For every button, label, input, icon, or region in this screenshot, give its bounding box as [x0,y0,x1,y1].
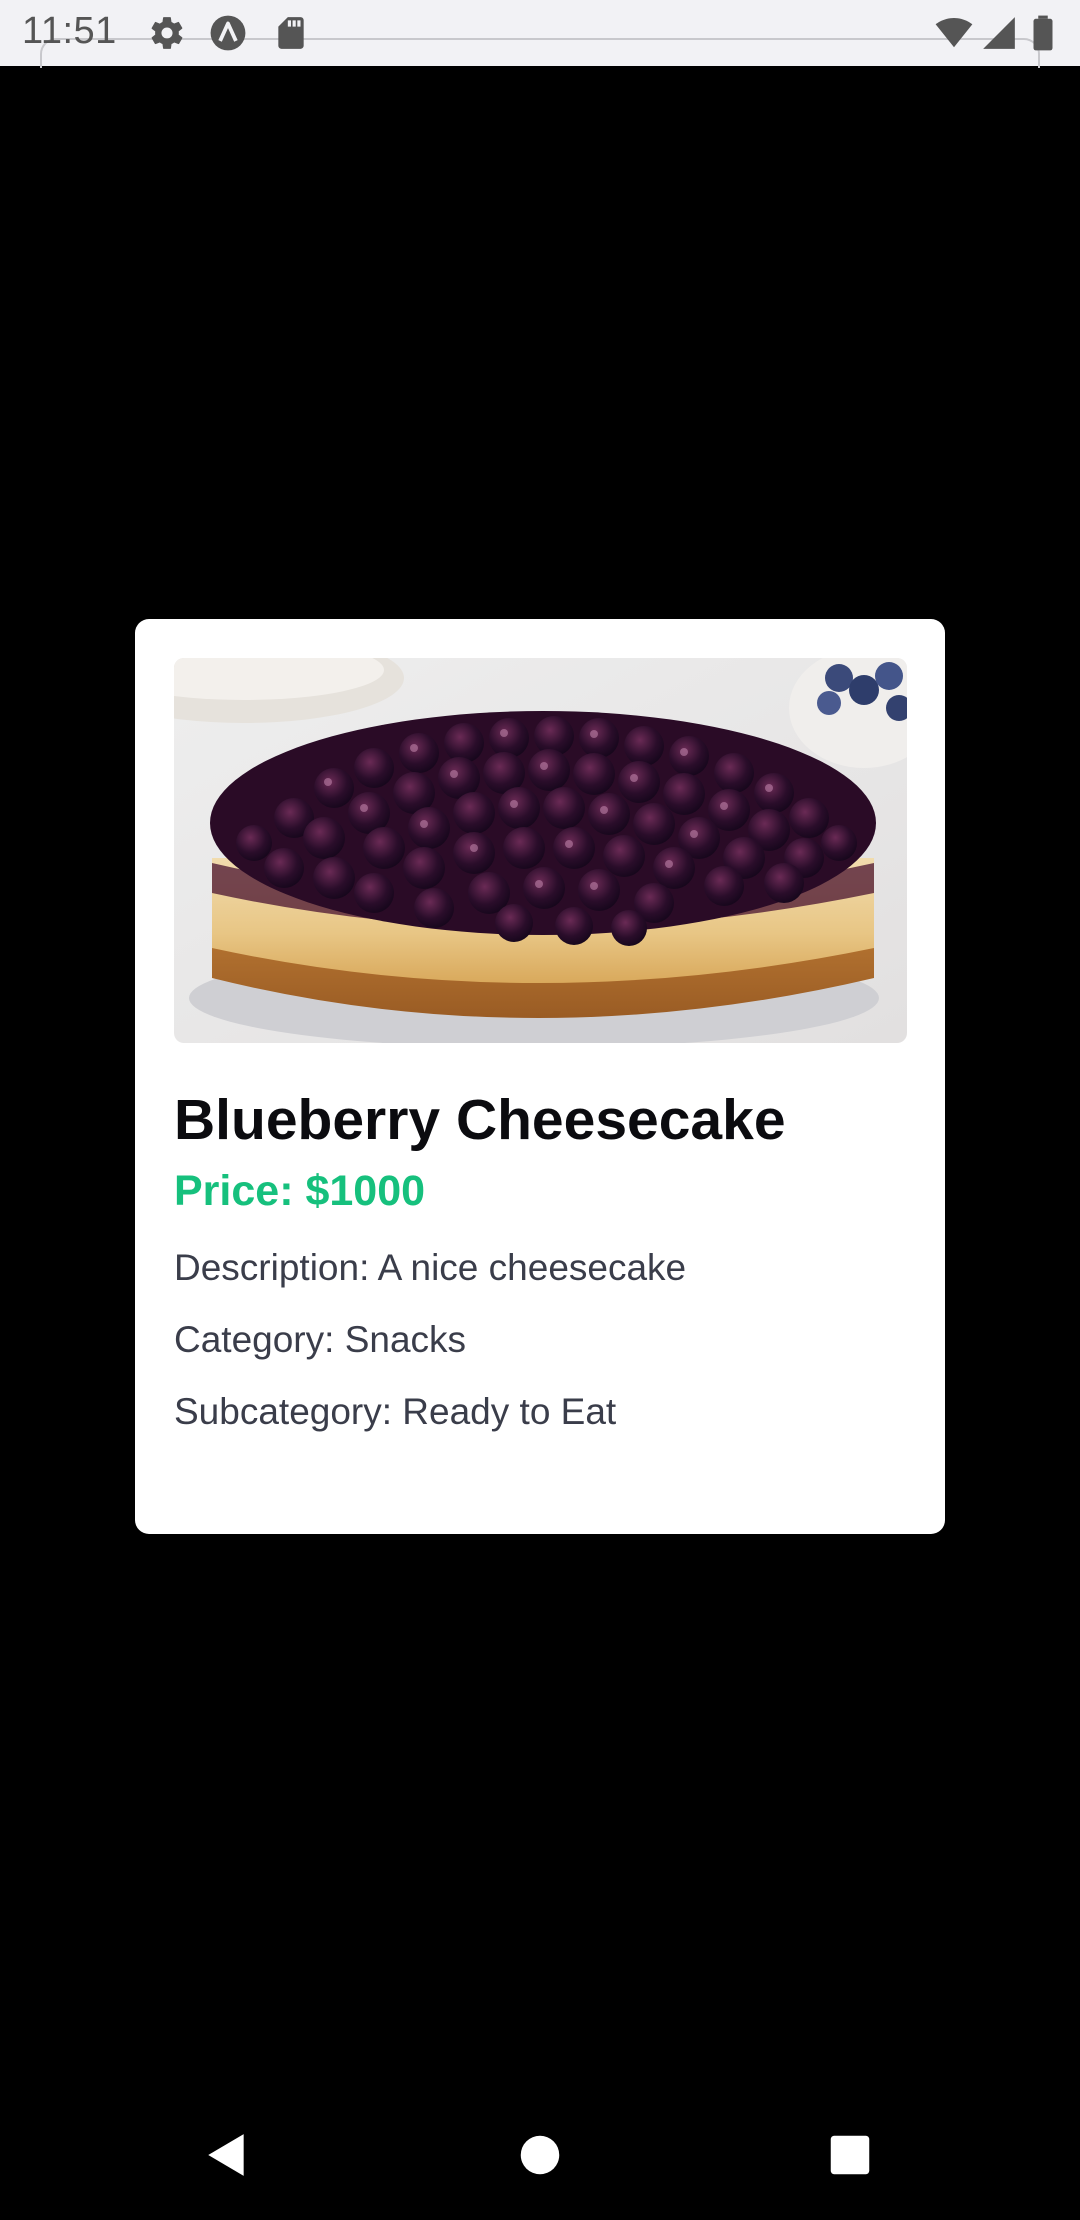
product-title: Blueberry Cheesecake [174,1088,786,1152]
status-divider [40,38,1040,68]
product-price: Price: $1000 [174,1167,426,1215]
recents-icon[interactable] [829,2134,871,2176]
cheesecake-photo [174,658,907,1043]
status-bar: 11:51 [0,0,1080,68]
battery-icon [1033,15,1053,51]
home-icon[interactable] [519,2134,561,2176]
wifi-icon [935,17,973,48]
product-image [174,658,907,1043]
back-icon[interactable] [202,2130,252,2180]
product-category: Category: Snacks [174,1319,467,1360]
app-screen: 11:51 Blueberry Cheesecake Price: $1000 … [0,0,1080,2220]
gear-icon [151,17,183,49]
product-detail-card: Blueberry Cheesecake Price: $1000 Descri… [135,619,945,1534]
product-description: Description: A nice cheesecake [174,1247,687,1288]
product-subcategory: Subcategory: Ready to Eat [174,1391,617,1432]
sd-card-icon [278,17,304,49]
signal-icon [983,17,1015,49]
app-a-icon [210,15,246,51]
status-time: 11:51 [22,10,117,52]
